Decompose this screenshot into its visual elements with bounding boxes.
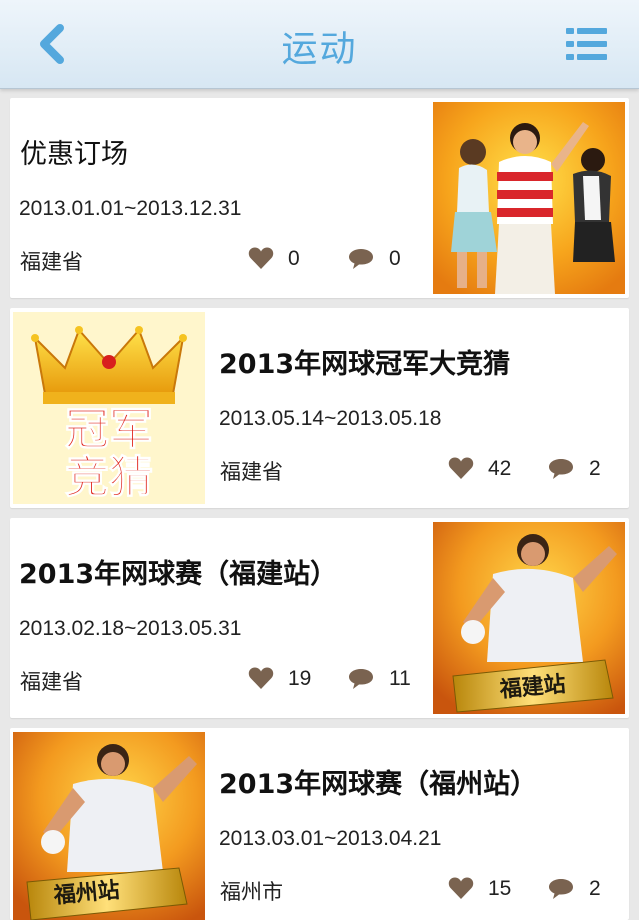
event-region: 福建省 <box>20 250 83 274</box>
event-card[interactable]: 优惠订场 2013.01.01~2013.12.31 福建省 0 0 <box>10 98 629 298</box>
heart-icon <box>448 877 474 899</box>
comment-bubble-icon <box>349 669 373 689</box>
navigation-bar: 运动 <box>0 0 639 89</box>
event-card[interactable]: 冠军 竞猜 2013年网球冠军大竞猜 2013.05.14~2013.05.18… <box>10 308 629 508</box>
event-thumbnail: 福州站 <box>13 732 205 920</box>
event-thumbnail: 福建站 <box>433 522 625 714</box>
comment-bubble-icon <box>549 879 573 899</box>
event-title: 2013年网球冠军大竞猜 <box>219 349 511 380</box>
list-icon <box>566 28 607 60</box>
comment-count: 11 <box>389 667 411 690</box>
comment-count: 2 <box>589 457 601 480</box>
page-title: 运动 <box>281 29 358 70</box>
event-card[interactable]: 2013年网球赛（福建站） 2013.02.18~2013.05.31 福建省 … <box>10 518 629 718</box>
event-date: 2013.01.01~2013.12.31 <box>19 197 242 220</box>
heart-icon <box>248 667 274 689</box>
heart-icon <box>448 457 474 479</box>
event-title: 优惠订场 <box>20 139 128 170</box>
comment-count: 0 <box>389 247 401 270</box>
event-date: 2013.03.01~2013.04.21 <box>219 827 442 850</box>
event-date: 2013.02.18~2013.05.31 <box>19 617 242 640</box>
event-region: 福建省 <box>220 460 283 484</box>
event-thumbnail: 冠军 竞猜 <box>13 312 205 504</box>
like-count: 19 <box>288 667 312 690</box>
event-card[interactable]: 福州站 2013年网球赛（福州站） 2013.03.01~2013.04.21 … <box>10 728 629 920</box>
heart-icon <box>248 247 274 269</box>
event-thumbnail <box>433 102 625 294</box>
menu-button[interactable] <box>566 26 608 62</box>
like-count: 0 <box>288 247 300 270</box>
comment-bubble-icon <box>349 249 373 269</box>
like-count: 15 <box>488 877 512 900</box>
crown-text-bottom: 竞猜 <box>65 452 153 503</box>
event-region: 福建省 <box>20 670 83 694</box>
event-title: 2013年网球赛（福州站） <box>219 769 538 800</box>
like-count: 42 <box>488 457 512 480</box>
comment-bubble-icon <box>549 459 573 479</box>
event-region: 福州市 <box>220 880 283 904</box>
comment-count: 2 <box>589 877 601 900</box>
crown-text-top: 冠军 <box>65 404 153 455</box>
event-title: 2013年网球赛（福建站） <box>19 559 338 590</box>
event-date: 2013.05.14~2013.05.18 <box>219 407 442 430</box>
